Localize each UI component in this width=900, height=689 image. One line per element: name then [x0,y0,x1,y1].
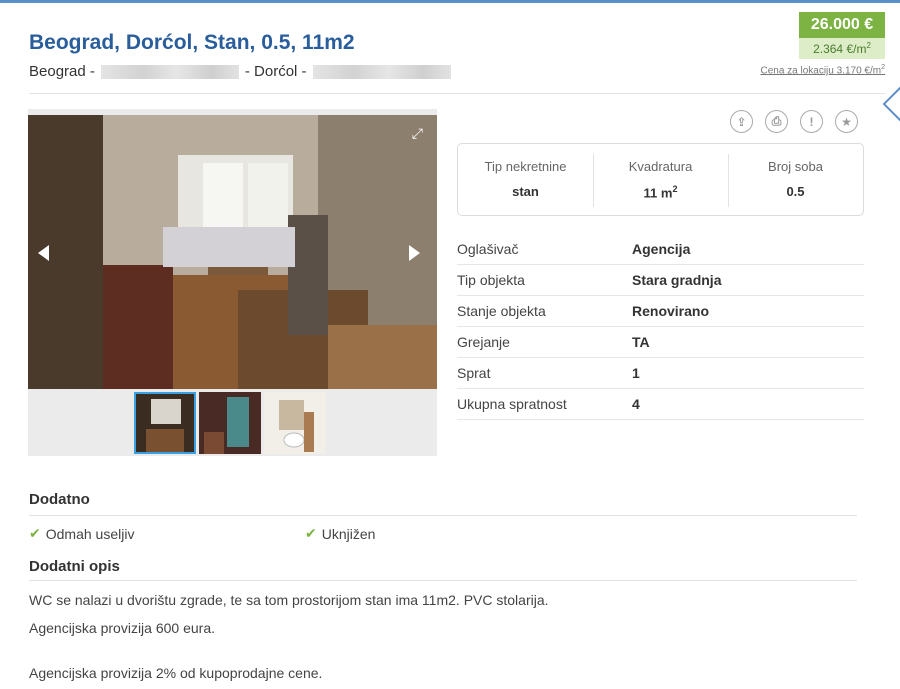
header-divider [29,93,885,94]
extra-item: ✔ Odmah useljiv [29,525,135,542]
description-line: WC se nalazi u dvorištu zgrade, te sa to… [29,592,549,608]
expand-icon[interactable]: ⤢ [412,125,423,142]
price-total: 26.000 € [799,12,885,38]
summary-type: Tip nekretnine stan [484,159,567,199]
extra-item: ✔ Uknjižen [305,525,376,542]
top-border [0,0,900,3]
check-icon: ✔ [305,525,317,541]
detail-row: Oglašivač Agencija [457,234,864,265]
listing-title: Beograd, Dorćol, Stan, 0.5, 11m2 [29,31,355,54]
photo-gallery: ⤢ [28,109,437,456]
detail-row: Tip objekta Stara gradnja [457,265,864,296]
summary-area: Kvadratura 11 m2 [593,144,728,215]
detail-row: Sprat 1 [457,358,864,389]
blurred-address [312,64,451,79]
thumbnail-strip [134,392,326,454]
price-box: 26.000 € 2.364 €/m2 [799,12,885,59]
detail-row: Ukupna spratnost 4 [457,389,864,420]
main-photo[interactable]: ⤢ [28,115,437,389]
action-icons: ⇪ ⎙ ! ★ [730,110,858,133]
extras-heading: Dodatno [29,491,90,508]
check-icon: ✔ [29,525,41,541]
listing-location: Beograd - - Dorćol - [29,63,457,80]
star-icon[interactable]: ★ [835,110,858,133]
share-icon[interactable]: ⇪ [730,110,753,133]
thumbnail-3[interactable] [264,392,326,454]
location-price-link[interactable]: Cena za lokaciju 3.170 €/m2 [760,64,885,76]
property-summary: Tip nekretnine stan Kvadratura 11 m2 Bro… [457,143,864,216]
thumbnail-1-image [136,394,194,452]
thumbnail-3-image [264,392,326,454]
next-photo-arrow-icon[interactable] [409,245,420,261]
detail-row: Stanje objekta Renovirano [457,296,864,327]
room-photo-image [28,115,437,389]
side-panel-toggle-icon[interactable] [880,84,900,124]
previous-photo-arrow-icon[interactable] [38,245,49,261]
summary-rooms: Broj soba 0.5 [728,144,863,215]
location-neighborhood: - Dorćol - [244,63,307,80]
description-line: Agencijska provizija 600 eura. [29,620,215,636]
thumbnail-2-image [199,392,261,454]
thumbnail-2[interactable] [199,392,261,454]
description-divider [29,580,857,581]
description-line: Agencijska provizija 2% od kupoprodajne … [29,665,323,681]
report-icon[interactable]: ! [800,110,823,133]
location-city: Beograd - [29,63,95,80]
print-icon[interactable]: ⎙ [765,110,788,133]
blurred-street [100,64,239,79]
description-heading: Dodatni opis [29,558,120,575]
extras-divider [29,515,857,516]
price-per-m2: 2.364 €/m2 [799,38,885,59]
property-details-table: Oglašivač Agencija Tip objekta Stara gradn… [457,234,864,420]
thumbnail-1[interactable] [134,392,196,454]
detail-row: Grejanje TA [457,327,864,358]
